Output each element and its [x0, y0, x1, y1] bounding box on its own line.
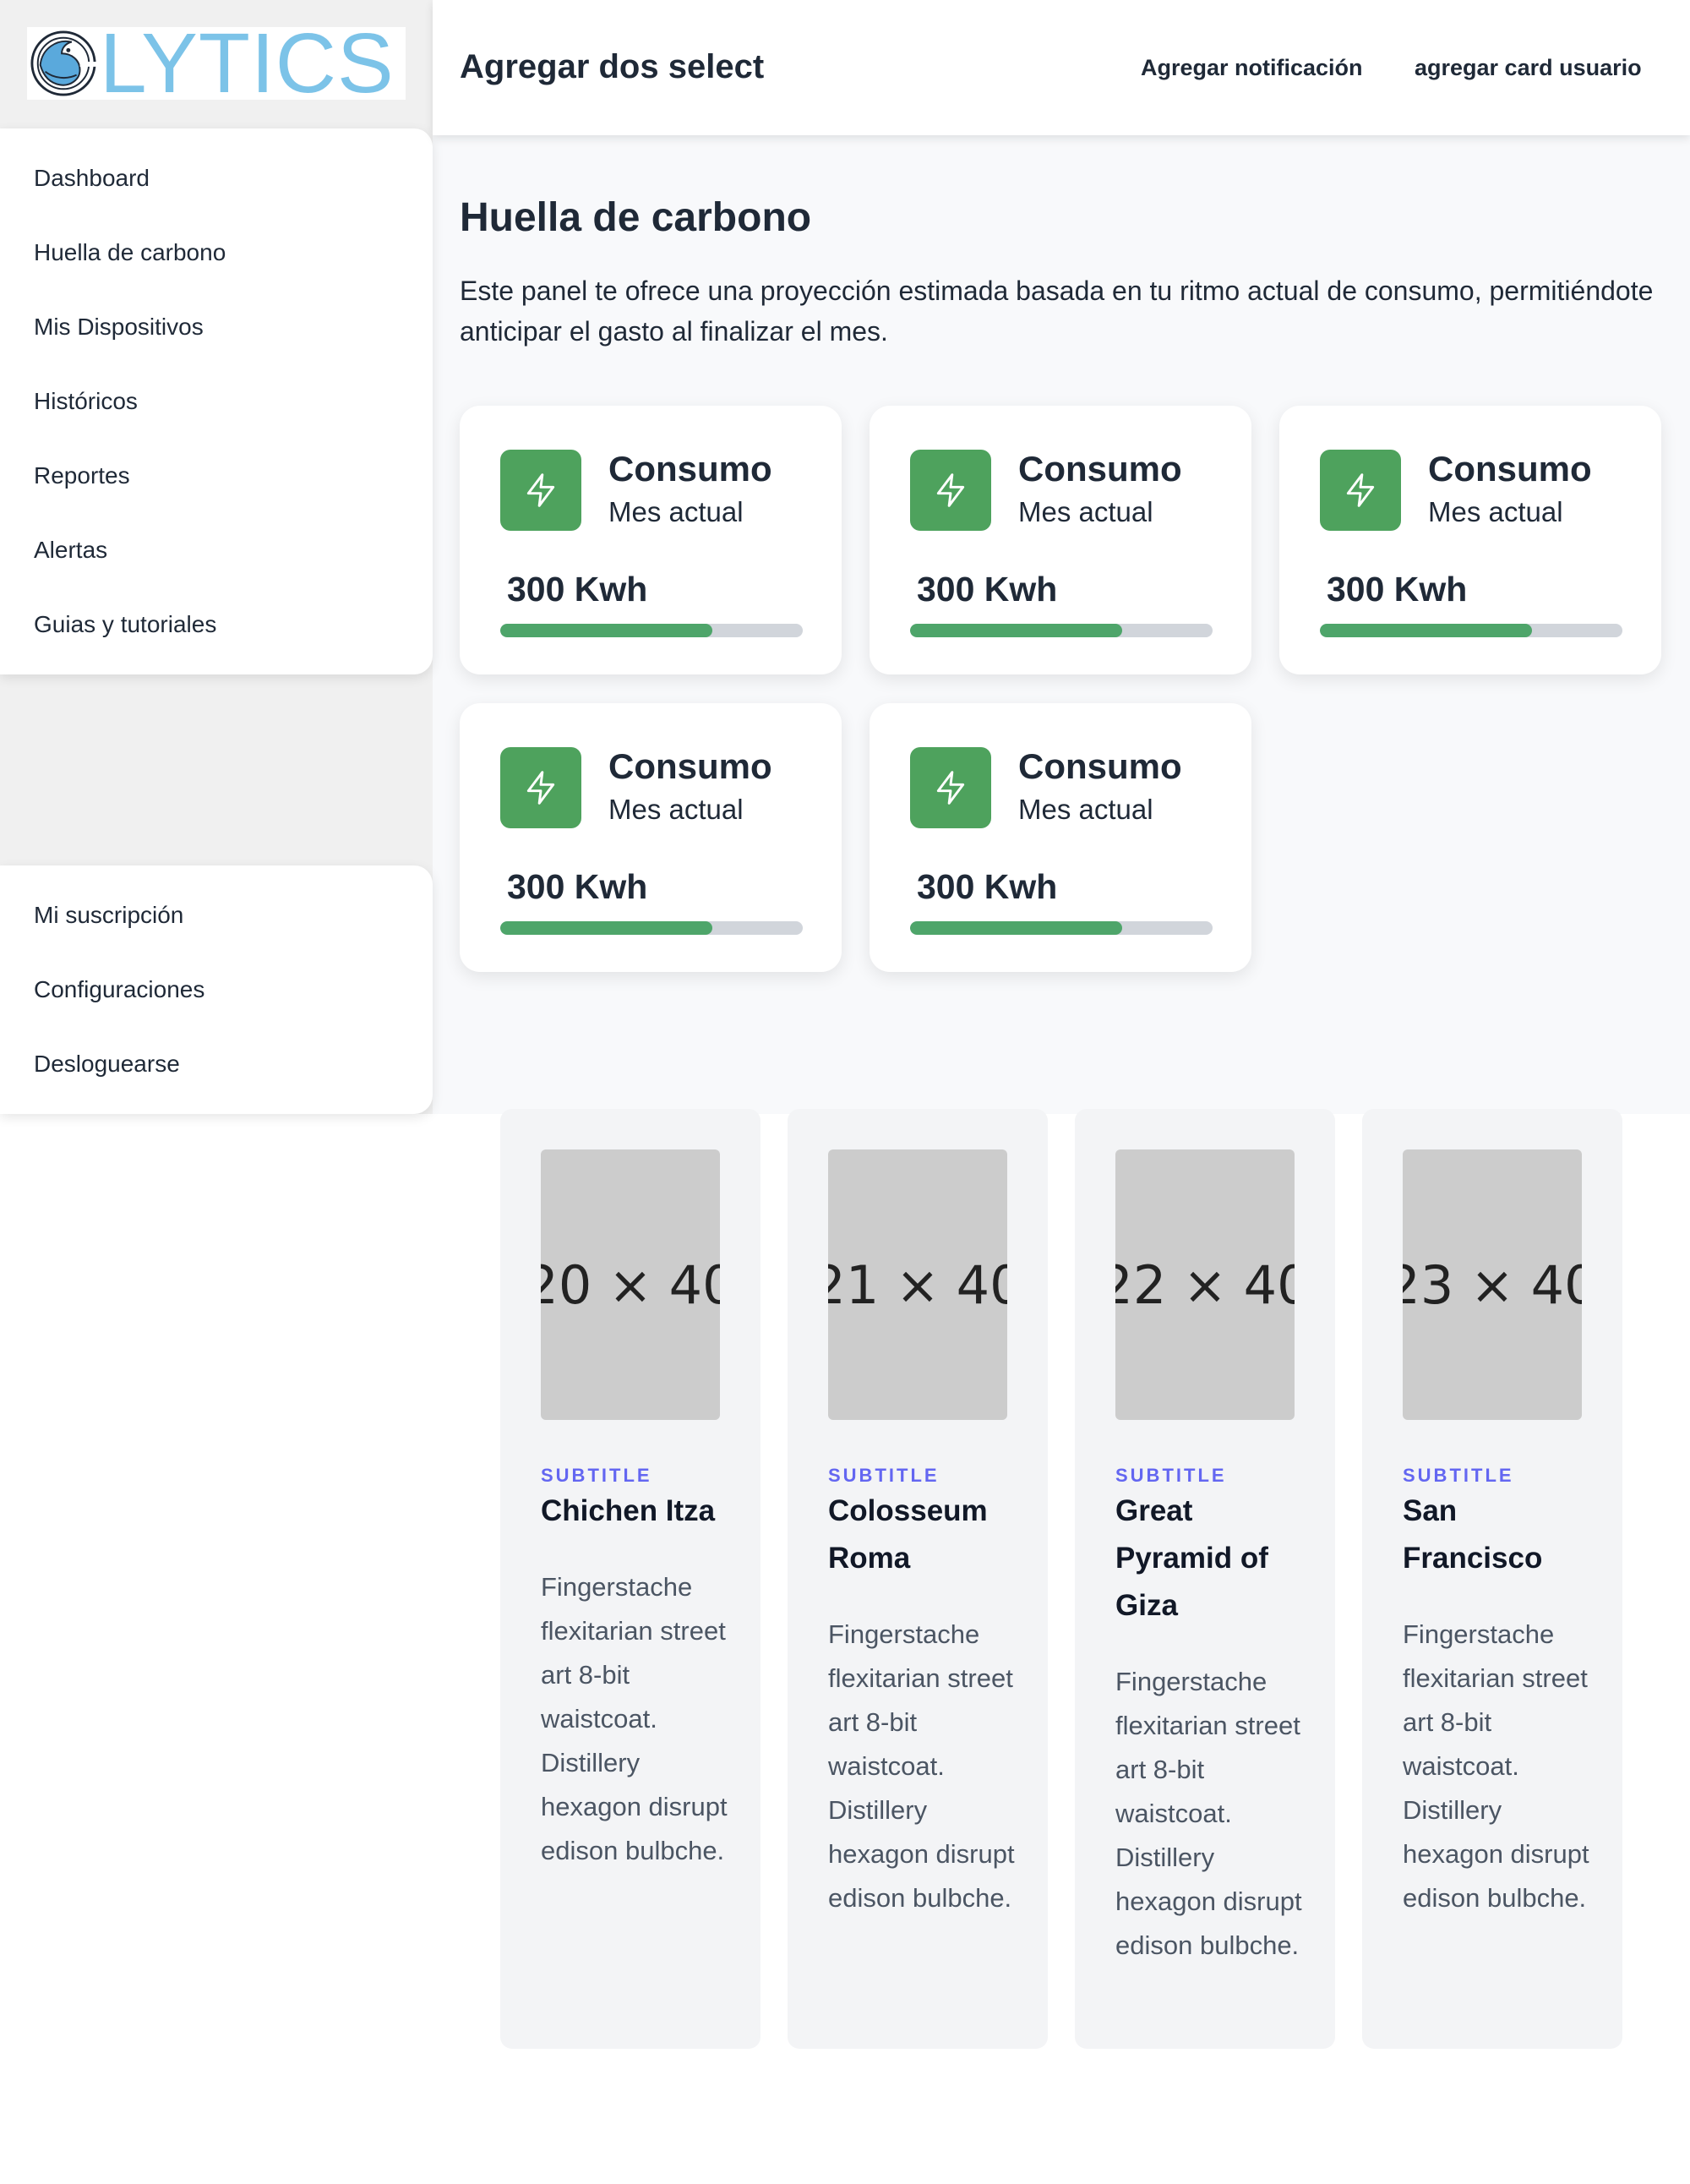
app-logo[interactable]: LYTICS — [27, 16, 406, 111]
sidebar-main-nav: Dashboard Huella de carbono Mis Disposit… — [0, 128, 433, 674]
progress-bar — [1320, 624, 1622, 637]
sidebar-item-desloguearse[interactable]: Desloguearse — [34, 1050, 180, 1078]
card-subtitle: Mes actual — [1018, 794, 1153, 825]
place-subtitle: SUBTITLE — [541, 1465, 652, 1486]
place-subtitle: SUBTITLE — [1403, 1465, 1514, 1486]
sidebar-item-configuraciones[interactable]: Configuraciones — [34, 975, 204, 1004]
card-title: Consumo — [608, 449, 772, 489]
bolt-icon — [910, 747, 991, 828]
add-notification-link[interactable]: Agregar notificación — [1141, 54, 1363, 81]
bolt-icon — [500, 450, 581, 531]
progress-fill — [500, 624, 712, 637]
sidebar-item-alertas[interactable]: Alertas — [34, 536, 107, 565]
logo-text: LYTICS — [100, 16, 395, 111]
progress-bar — [910, 624, 1213, 637]
card-value: 300 Kwh — [507, 570, 648, 609]
consumption-card: Consumo Mes actual 300 Kwh — [460, 406, 842, 674]
place-subtitle: SUBTITLE — [1115, 1465, 1227, 1486]
bird-logo-icon — [30, 30, 98, 96]
page-title: Huella de carbono — [460, 195, 812, 240]
bolt-icon — [500, 747, 581, 828]
image-placeholder: 21 × 40 — [828, 1149, 1007, 1420]
image-placeholder-label: 23 × 40 — [1403, 1253, 1582, 1316]
progress-bar — [910, 921, 1213, 935]
card-value: 300 Kwh — [507, 867, 648, 906]
progress-bar — [500, 921, 803, 935]
place-title: Chichen Itza — [541, 1494, 716, 1527]
card-subtitle: Mes actual — [1018, 496, 1153, 527]
consumption-card: Consumo Mes actual 300 Kwh — [1279, 406, 1661, 674]
header-title: Agregar dos select — [460, 48, 765, 85]
image-placeholder: 20 × 40 — [541, 1149, 720, 1420]
bolt-icon — [1320, 450, 1401, 531]
card-title: Consumo — [608, 746, 772, 786]
card-value: 300 Kwh — [917, 570, 1058, 609]
card-title: Consumo — [1018, 449, 1182, 489]
place-title: Colosseum Roma — [828, 1494, 988, 1575]
top-header: Agregar dos select Agregar notificación … — [433, 0, 1690, 135]
place-card: 22 × 40 SUBTITLE Great Pyramid of Giza F… — [1075, 1109, 1335, 2049]
place-description: Fingerstache flexitarian street art 8-bi… — [828, 1619, 1015, 1913]
place-title: San Francisco — [1403, 1494, 1543, 1575]
sidebar-item-mis-dispositivos[interactable]: Mis Dispositivos — [34, 313, 204, 341]
image-placeholder: 23 × 40 — [1403, 1149, 1582, 1420]
place-description: Fingerstache flexitarian street art 8-bi… — [1403, 1619, 1589, 1913]
sidebar-item-mi-suscripcion[interactable]: Mi suscripción — [34, 901, 183, 930]
sidebar-item-historicos[interactable]: Históricos — [34, 387, 138, 416]
consumption-card: Consumo Mes actual 300 Kwh — [870, 703, 1251, 972]
progress-bar — [500, 624, 803, 637]
place-description: Fingerstache flexitarian street art 8-bi… — [541, 1572, 728, 1865]
image-placeholder-label: 22 × 40 — [1115, 1253, 1295, 1316]
card-value: 300 Kwh — [1327, 570, 1468, 609]
consumption-card: Consumo Mes actual 300 Kwh — [460, 703, 842, 972]
place-card: 21 × 40 SUBTITLE Colosseum Roma Fingerst… — [788, 1109, 1048, 2049]
place-card: 23 × 40 SUBTITLE San Francisco Fingersta… — [1362, 1109, 1622, 2049]
sidebar-account-nav: Mi suscripción Configuraciones Desloguea… — [0, 865, 433, 1114]
progress-fill — [1320, 624, 1532, 637]
image-placeholder-label: 21 × 40 — [828, 1253, 1007, 1316]
image-placeholder-label: 20 × 40 — [541, 1253, 720, 1316]
progress-fill — [500, 921, 712, 935]
bolt-icon — [910, 450, 991, 531]
card-value: 300 Kwh — [917, 867, 1058, 906]
progress-fill — [910, 624, 1122, 637]
image-placeholder: 22 × 40 — [1115, 1149, 1295, 1420]
place-title: Great Pyramid of Giza — [1115, 1494, 1268, 1622]
progress-fill — [910, 921, 1122, 935]
page-description: Este panel te ofrece una proyección esti… — [460, 276, 1654, 347]
sidebar-item-reportes[interactable]: Reportes — [34, 461, 130, 490]
consumption-card: Consumo Mes actual 300 Kwh — [870, 406, 1251, 674]
card-subtitle: Mes actual — [1428, 496, 1563, 527]
place-subtitle: SUBTITLE — [828, 1465, 940, 1486]
sidebar-item-guias-y-tutoriales[interactable]: Guias y tutoriales — [34, 610, 216, 639]
card-subtitle: Mes actual — [608, 794, 744, 825]
sidebar-item-dashboard[interactable]: Dashboard — [34, 164, 150, 193]
add-user-card-link[interactable]: agregar card usuario — [1415, 54, 1642, 81]
sidebar-item-huella-de-carbono[interactable]: Huella de carbono — [34, 238, 226, 267]
card-title: Consumo — [1018, 746, 1182, 786]
card-title: Consumo — [1428, 449, 1592, 489]
place-card: 20 × 40 SUBTITLE Chichen Itza Fingerstac… — [500, 1109, 760, 2049]
card-subtitle: Mes actual — [608, 496, 744, 527]
place-description: Fingerstache flexitarian street art 8-bi… — [1115, 1667, 1302, 1960]
